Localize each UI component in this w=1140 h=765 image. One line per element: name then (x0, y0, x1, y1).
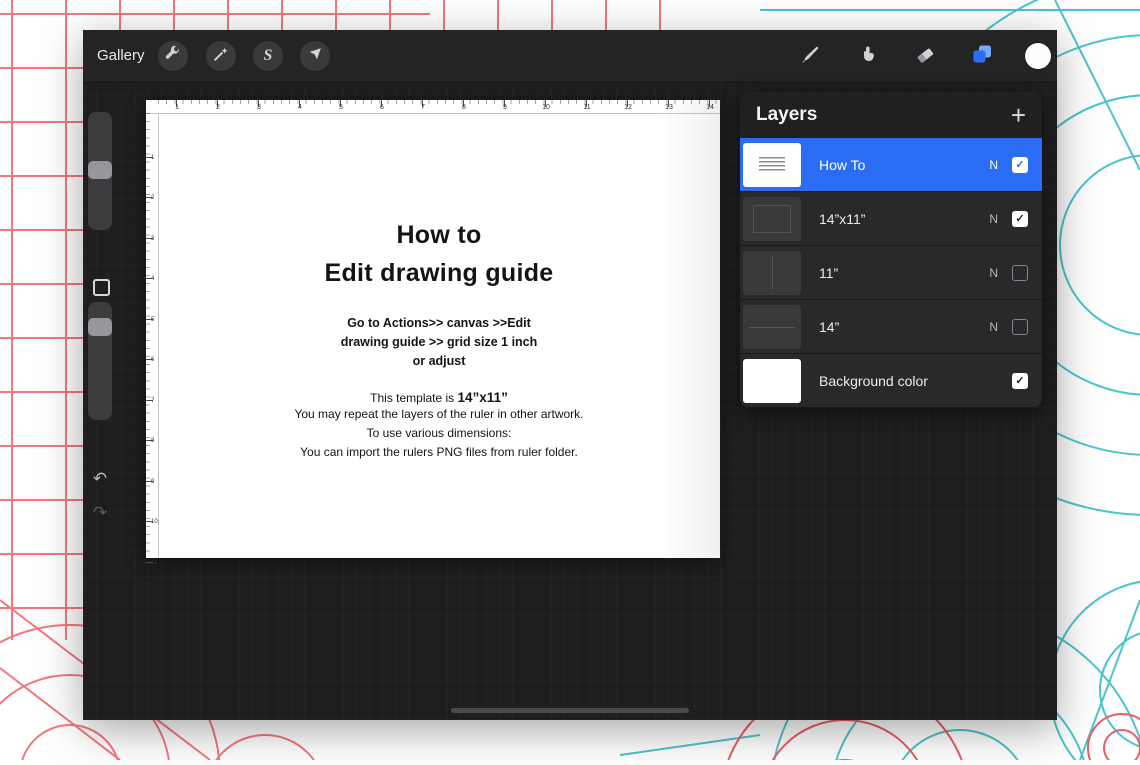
layer-row-14[interactable]: 14” N (740, 300, 1042, 354)
canvas-title-line2: Edit drawing guide (324, 259, 554, 287)
layer-visibility-checkbox[interactable] (1012, 264, 1028, 281)
layer-name: 14” (819, 318, 840, 335)
smudge-finger-icon (857, 43, 879, 70)
selection-icon: S (263, 47, 273, 64)
redo-button[interactable]: ↷ (88, 504, 112, 521)
canvas-note-line: You may repeat the layers of the ruler i… (294, 407, 584, 421)
layer-row-14x11[interactable]: 14”x11” N ✓ (740, 192, 1042, 246)
eraser-button[interactable] (912, 43, 938, 69)
actions-button[interactable] (158, 41, 188, 71)
add-layer-button[interactable]: + (1011, 102, 1026, 128)
check-icon: ✓ (1015, 159, 1025, 171)
layer-thumbnail[interactable] (743, 358, 801, 403)
magic-wand-icon (212, 45, 230, 68)
layer-row-11[interactable]: 11” N (740, 246, 1042, 300)
layers-panel-header: Layers + (740, 92, 1042, 138)
home-indicator[interactable] (451, 708, 689, 713)
blend-mode-badge[interactable]: N (989, 320, 998, 334)
modify-button[interactable] (93, 279, 110, 296)
layer-visibility-checkbox[interactable] (1012, 318, 1028, 335)
layer-thumbnail[interactable] (743, 250, 801, 295)
layers-button[interactable] (969, 43, 995, 69)
gallery-button[interactable]: Gallery (97, 30, 145, 82)
layer-thumbnail[interactable] (743, 196, 801, 241)
layer-name: 11” (819, 264, 839, 281)
color-swatch-icon (1025, 43, 1051, 69)
layers-panel: Layers + How To N ✓ 14”x11” N ✓ 11” N 14… (740, 92, 1042, 408)
adjustments-button[interactable] (206, 41, 236, 71)
canvas-title-line1: How to (396, 221, 482, 249)
layer-thumbnail[interactable] (743, 304, 801, 349)
transform-button[interactable] (300, 41, 330, 71)
brush-button[interactable] (798, 43, 824, 69)
opacity-handle[interactable] (88, 318, 112, 336)
layers-panel-title: Layers (756, 104, 818, 125)
blend-mode-badge[interactable]: N (989, 158, 998, 172)
canvas-ruler-top: 1 2 3 4 5 6 7 8 9 10 11 12 13 14 (146, 100, 720, 114)
smudge-button[interactable] (855, 43, 881, 69)
layer-thumbnail[interactable] (743, 142, 801, 187)
layer-name: Background color (819, 372, 928, 389)
layer-visibility-checkbox[interactable]: ✓ (1012, 156, 1028, 173)
drawing-canvas[interactable]: 1 2 3 4 5 6 7 8 9 10 11 12 13 14 1 2 3 4 5 6 7 8 9 10 11 How to… (146, 100, 720, 566)
canvas-instruction-line: Go to Actions>> canvas >>Edit (347, 316, 531, 330)
eraser-icon (914, 43, 936, 70)
canvas-template-line: This template is 14”x11” (370, 390, 508, 405)
layer-row-how-to[interactable]: How To N ✓ (740, 138, 1042, 192)
check-icon: ✓ (1015, 213, 1025, 225)
layer-visibility-checkbox[interactable]: ✓ (1012, 372, 1028, 389)
selection-button[interactable]: S (253, 41, 283, 71)
color-button[interactable] (1025, 43, 1051, 69)
canvas-note-line: To use various dimensions: (366, 426, 512, 440)
brush-icon (800, 43, 822, 70)
procreate-app-window: Gallery S ↶ ↷ 1 2 3 4 5 6 7 8 9 10 11 12… (83, 30, 1057, 720)
brush-size-handle[interactable] (88, 161, 112, 179)
canvas-instruction-line: drawing guide >> grid size 1 inch (340, 335, 538, 349)
wrench-icon (164, 45, 182, 68)
transform-arrow-icon (306, 45, 324, 68)
canvas-instruction-line: or adjust (412, 354, 466, 368)
check-icon: ✓ (1015, 375, 1025, 387)
layer-visibility-checkbox[interactable]: ✓ (1012, 210, 1028, 227)
layers-icon (971, 43, 993, 70)
layer-name: 14”x11” (819, 210, 866, 227)
layer-name: How To (819, 156, 866, 173)
top-toolbar: Gallery S (83, 30, 1057, 83)
blend-mode-badge[interactable]: N (989, 212, 998, 226)
canvas-artwork-text: How to Edit drawing guide Go to Actions>… (158, 216, 720, 462)
canvas-note-line: You can import the rulers PNG files from… (300, 445, 578, 459)
undo-button[interactable]: ↶ (88, 470, 112, 487)
layer-row-background-color[interactable]: Background color ✓ (740, 354, 1042, 408)
blend-mode-badge[interactable]: N (989, 266, 998, 280)
